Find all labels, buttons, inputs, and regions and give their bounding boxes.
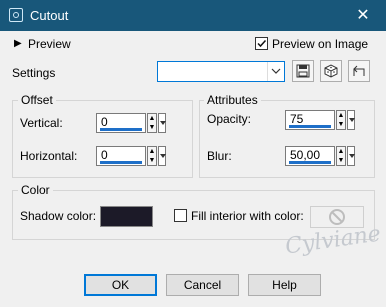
randomize-button[interactable] [320,60,342,82]
attributes-group-label: Attributes [204,93,261,107]
opacity-label: Opacity: [207,112,252,126]
randomize-icon [324,64,338,78]
vertical-label: Vertical: [20,116,63,130]
app-icon [9,8,23,22]
vertical-stepper[interactable]: ▲ ▼ [147,113,157,133]
save-preset-icon [296,64,310,78]
vertical-spinner[interactable]: 0 ▲ ▼ [96,113,166,133]
blur-dropdown-icon[interactable] [347,146,355,166]
reset-icon [353,65,365,76]
preset-dropdown[interactable] [157,61,285,82]
horizontal-stepper[interactable]: ▲ ▼ [147,146,157,166]
shadow-color-label: Shadow color: [20,209,97,223]
fill-interior-label[interactable]: Fill interior with color: [191,209,304,223]
cancel-button[interactable]: Cancel [166,274,239,296]
blur-input[interactable]: 50,00 [285,146,335,166]
horizontal-input[interactable]: 0 [96,146,146,166]
close-button[interactable]: ✕ [340,0,386,31]
title-bar: Cutout ✕ [0,0,386,31]
opacity-input[interactable]: 75 [285,110,335,130]
preview-on-image-checkbox[interactable] [255,37,268,50]
opacity-spinner[interactable]: 75 ▲ ▼ [285,110,355,130]
window-title: Cutout [30,8,69,23]
color-group-label: Color [18,183,53,197]
horizontal-dropdown-icon[interactable] [158,146,166,166]
shadow-color-swatch[interactable] [100,206,153,227]
opacity-dropdown-icon[interactable] [347,110,355,130]
blur-stepper[interactable]: ▲ ▼ [336,146,346,166]
offset-group-label: Offset [18,93,56,107]
offset-group [12,100,193,178]
horizontal-spinner[interactable]: 0 ▲ ▼ [96,146,166,166]
ok-button[interactable]: OK [84,274,157,296]
preview-toggle-icon[interactable]: ▶ [14,38,22,49]
settings-label: Settings [12,66,56,80]
help-button[interactable]: Help [248,274,321,296]
reset-button[interactable] [348,60,370,82]
blur-label: Blur: [207,149,232,163]
blur-spinner[interactable]: 50,00 ▲ ▼ [285,146,355,166]
fill-interior-checkbox[interactable] [174,209,187,222]
preview-on-image-label[interactable]: Preview on Image [272,37,368,51]
close-icon: ✕ [356,7,370,24]
blur-value-bar [289,161,331,164]
chevron-down-icon [267,62,284,81]
vertical-input[interactable]: 0 [96,113,146,133]
preview-label[interactable]: Preview [28,37,71,51]
opacity-stepper[interactable]: ▲ ▼ [336,110,346,130]
checkmark-icon [257,39,267,48]
vertical-dropdown-icon[interactable] [158,113,166,133]
horizontal-label: Horizontal: [20,149,78,163]
vertical-value-bar [100,128,142,131]
opacity-value-bar [289,125,331,128]
horizontal-value-bar [100,161,142,164]
save-preset-button[interactable] [292,60,314,82]
